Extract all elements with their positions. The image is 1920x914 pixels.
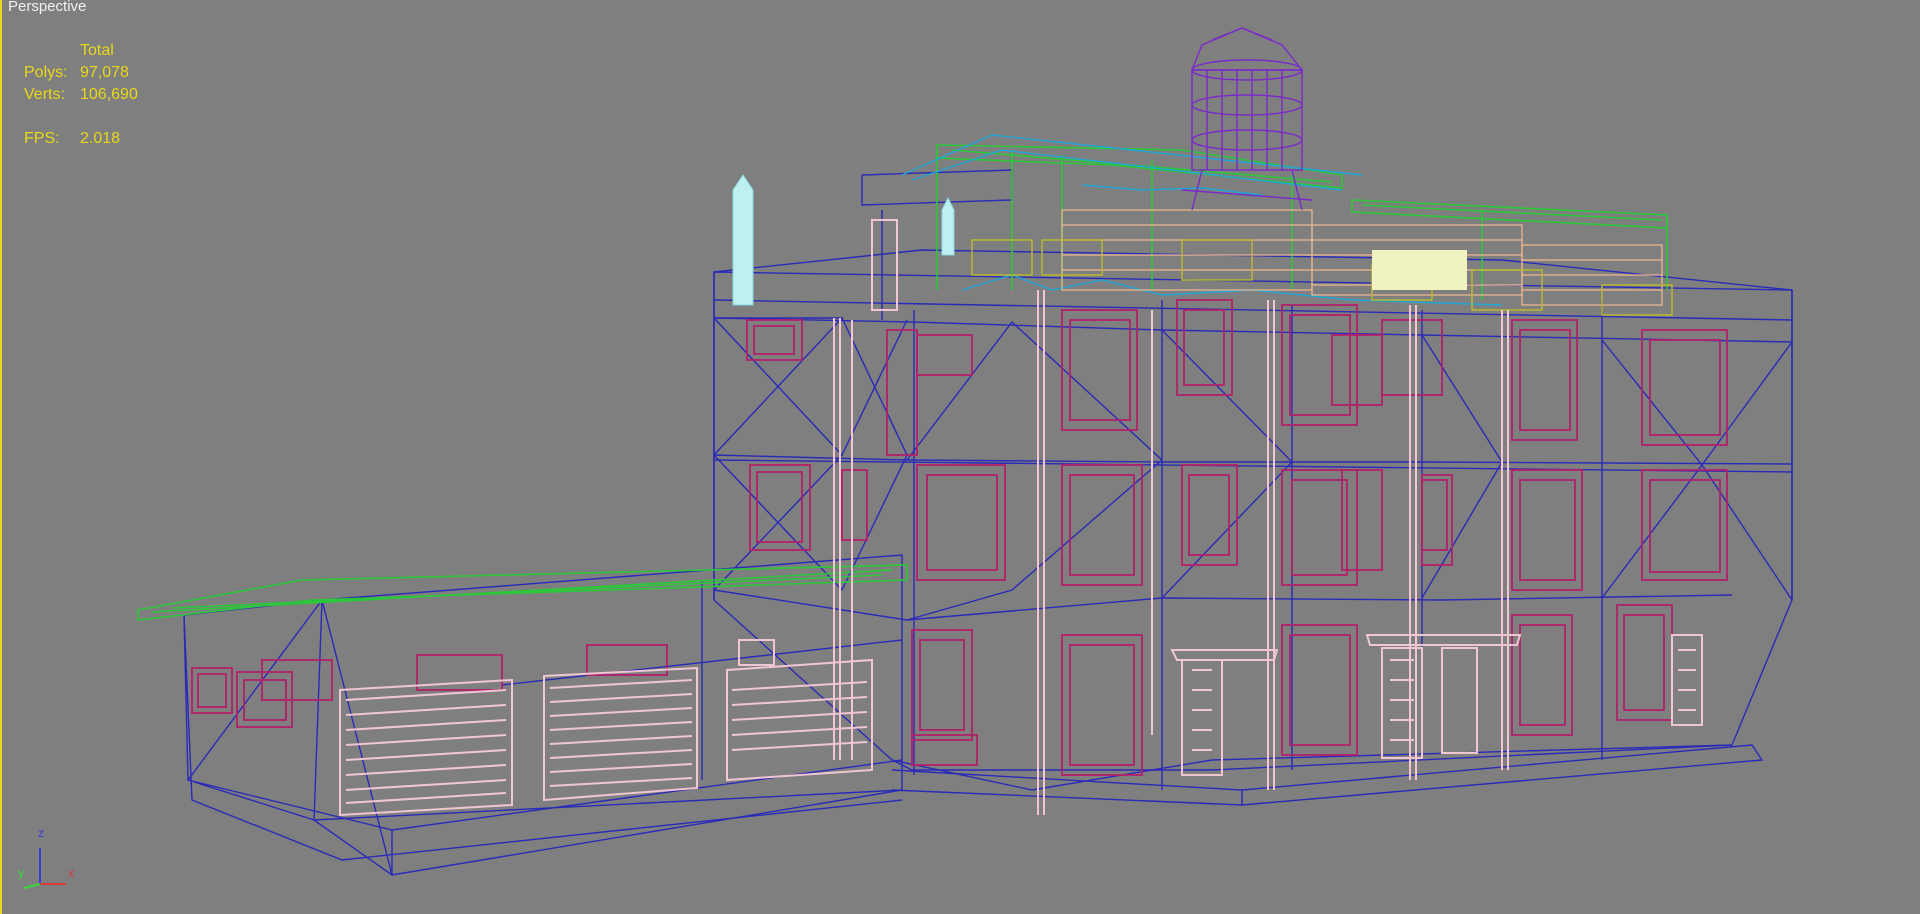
axis-labels: z x y [16, 826, 86, 896]
perspective-viewport[interactable]: Perspective Total Polys: 97,078 Verts: 1… [0, 0, 1920, 914]
axis-x-label: x [68, 866, 74, 880]
roof-skylight [1372, 250, 1467, 290]
window-frames [191, 299, 1728, 776]
roof-spire [732, 174, 955, 306]
wireframe-building-model[interactable] [2, 0, 1920, 914]
axis-y-label: y [18, 866, 24, 880]
axis-z-label: z [38, 826, 44, 840]
roof-canopies [137, 144, 1668, 621]
columns-and-doors [339, 219, 1703, 817]
